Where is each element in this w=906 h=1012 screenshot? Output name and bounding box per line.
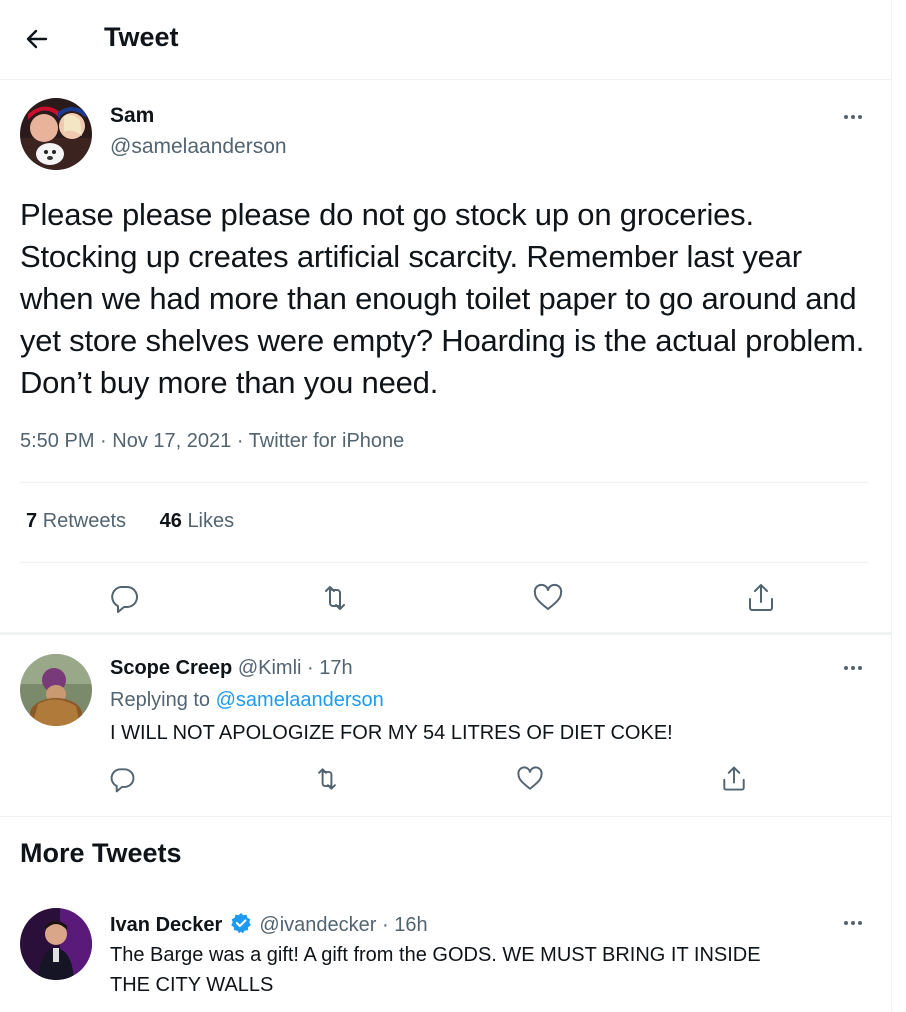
tweet-stats: 7 Retweets 46 Likes	[26, 510, 262, 533]
retweet-icon[interactable]	[318, 581, 352, 615]
verified-badge-icon	[230, 912, 252, 940]
replying-to: Replying to @samelaanderson	[110, 689, 384, 712]
tweet-column: Tweet Sam @samelaanderson Please please …	[0, 0, 892, 1012]
share-icon[interactable]	[744, 581, 778, 615]
likes-stat[interactable]: 46 Likes	[160, 510, 235, 532]
replying-prefix: Replying to	[110, 689, 211, 711]
share-icon[interactable]	[719, 764, 749, 794]
like-icon[interactable]	[515, 764, 545, 794]
reply-icon[interactable]	[107, 764, 137, 794]
page-title: Tweet	[104, 22, 179, 52]
tweet-meta: 5:50 PM · Nov 17, 2021 · Twitter for iPh…	[20, 430, 404, 453]
more-icon[interactable]	[838, 661, 868, 675]
section-separator	[0, 632, 891, 635]
retweets-label: Retweets	[42, 510, 127, 532]
avatar[interactable]	[20, 654, 92, 726]
section-title: More Tweets	[20, 838, 182, 868]
divider	[0, 816, 891, 817]
author-name[interactable]: Scope Creep	[110, 657, 232, 679]
avatar[interactable]	[20, 908, 92, 980]
reply-icon[interactable]	[107, 581, 141, 615]
author-handle[interactable]: @samelaanderson	[110, 135, 287, 159]
tweet-date[interactable]: Nov 17, 2021	[112, 430, 231, 452]
retweet-icon[interactable]	[312, 764, 342, 794]
page-header: Tweet	[0, 0, 891, 80]
meta-dot: ·	[100, 430, 113, 452]
avatar[interactable]	[20, 98, 92, 170]
tweet-source[interactable]: Twitter for iPhone	[249, 430, 405, 452]
back-arrow-icon[interactable]	[22, 24, 52, 54]
tweet-text: I WILL NOT APOLOGIZE FOR MY 54 LITRES OF…	[110, 722, 673, 744]
reply-header: Scope Creep @Kimli · 17h	[110, 657, 353, 680]
tweet-text: Please please please do not go stock up …	[20, 197, 865, 400]
more-icon[interactable]	[838, 916, 868, 930]
tweet-time[interactable]: 17h	[319, 657, 352, 679]
tweet-time[interactable]: 16h	[394, 914, 427, 936]
replying-to-link[interactable]: @samelaanderson	[216, 689, 384, 711]
author-handle[interactable]: @Kimli	[238, 657, 302, 679]
tweet-header: Ivan Decker @ivandecker · 16h	[110, 912, 428, 940]
likes-label: Likes	[187, 510, 235, 532]
retweets-stat[interactable]: 7 Retweets	[26, 510, 126, 532]
author-name[interactable]: Ivan Decker	[110, 914, 222, 936]
meta-dot: ·	[301, 657, 320, 679]
author-name[interactable]: Sam	[110, 104, 154, 128]
author-handle[interactable]: @ivandecker	[259, 914, 376, 936]
meta-dot: ·	[376, 914, 395, 936]
likes-count: 46	[159, 510, 182, 532]
tweet-time[interactable]: 5:50 PM	[20, 430, 94, 452]
retweets-count: 7	[26, 510, 38, 532]
divider	[20, 562, 868, 563]
tweet-text-line-2: THE CITY WALLS	[110, 974, 274, 996]
meta-dot: ·	[236, 430, 249, 452]
more-icon[interactable]	[838, 110, 868, 124]
like-icon[interactable]	[531, 581, 565, 615]
divider	[20, 482, 868, 483]
tweet-text-line-1: The Barge was a gift! A gift from the GO…	[110, 944, 761, 966]
